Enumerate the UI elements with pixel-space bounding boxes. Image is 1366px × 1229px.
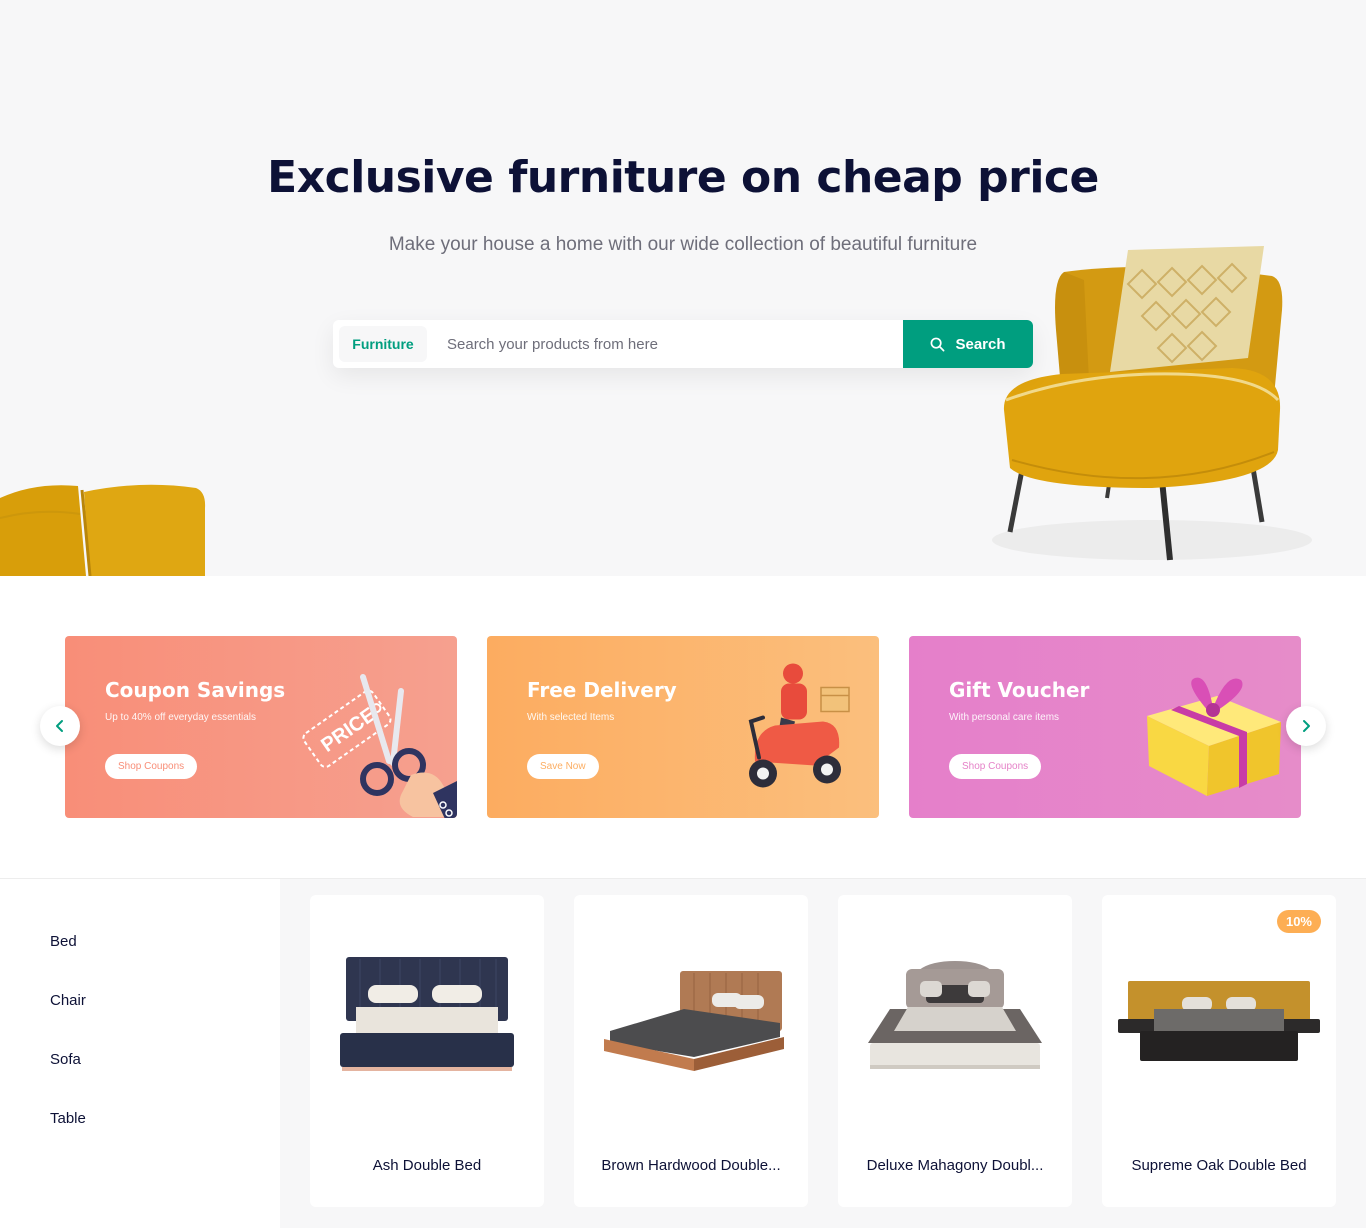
- carousel-next-button[interactable]: [1286, 706, 1326, 746]
- search-button-label: Search: [955, 335, 1006, 353]
- product-name: Brown Hardwood Double...: [601, 1157, 781, 1174]
- product-name: Deluxe Mahagony Doubl...: [866, 1157, 1044, 1174]
- shop-coupons-button[interactable]: Shop Coupons: [949, 754, 1042, 779]
- product-card[interactable]: 10% Supreme Oak Double Bed: [1102, 895, 1336, 1207]
- category-item-bed[interactable]: Bed: [50, 933, 77, 950]
- sofa-image: [0, 484, 206, 576]
- hero-subtitle: Make your house a home with our wide col…: [388, 234, 978, 255]
- offer-card-gift-voucher[interactable]: Gift Voucher With personal care items Sh…: [909, 636, 1301, 818]
- save-now-button[interactable]: Save Now: [527, 754, 599, 779]
- offer-title: Gift Voucher: [949, 678, 1090, 702]
- search-button[interactable]: Search: [903, 320, 1033, 368]
- gift-box-illustration: [1147, 677, 1281, 796]
- product-card[interactable]: Brown Hardwood Double...: [574, 895, 808, 1207]
- shop-coupons-button[interactable]: Shop Coupons: [105, 754, 198, 779]
- offer-title: Coupon Savings: [105, 678, 286, 702]
- product-image: [340, 957, 514, 1071]
- offer-description: Up to 40% off everyday essentials: [105, 712, 257, 723]
- offer-card-free-delivery[interactable]: Free Delivery With selected Items Save N…: [487, 636, 879, 818]
- hero-title: Exclusive furniture on cheap price: [267, 152, 1099, 203]
- delivery-scooter-illustration: [748, 663, 850, 788]
- product-name: Supreme Oak Double Bed: [1131, 1157, 1307, 1174]
- hero-banner: Exclusive furniture on cheap price Make …: [0, 0, 1366, 576]
- chevron-right-icon: [1303, 720, 1310, 732]
- search-bar: Furniture Search: [333, 320, 1033, 368]
- offer-description: With personal care items: [949, 712, 1060, 723]
- product-section: Bed Chair Sofa Table Ash Double Bed Brow…: [0, 878, 1366, 1229]
- carousel-prev-button[interactable]: [40, 706, 80, 746]
- offer-card-coupon[interactable]: Coupon Savings Up to 40% off everyday es…: [65, 636, 457, 818]
- category-item-sofa[interactable]: Sofa: [50, 1051, 81, 1068]
- product-image: [868, 961, 1042, 1069]
- offer-description: With selected Items: [527, 712, 615, 723]
- product-image: [1118, 981, 1320, 1061]
- product-card[interactable]: Ash Double Bed: [310, 895, 544, 1207]
- product-name: Ash Double Bed: [372, 1157, 482, 1174]
- category-item-chair[interactable]: Chair: [50, 992, 86, 1009]
- product-image: [604, 971, 784, 1071]
- search-category-selector[interactable]: Furniture: [339, 326, 427, 362]
- chevron-left-icon: [56, 720, 63, 732]
- scissors-price-tag-illustration: PRICE: [302, 674, 457, 818]
- offers-carousel: Coupon Savings Up to 40% off everyday es…: [0, 576, 1366, 878]
- product-card[interactable]: Deluxe Mahagony Doubl...: [838, 895, 1072, 1207]
- search-icon: [931, 337, 945, 351]
- category-sidebar: Bed Chair Sofa Table: [0, 879, 280, 1229]
- offer-title: Free Delivery: [527, 678, 677, 702]
- search-input[interactable]: [427, 320, 903, 368]
- price-tag-label: PRICE: [317, 704, 380, 757]
- category-item-table[interactable]: Table: [50, 1110, 86, 1127]
- armchair-image: [992, 246, 1312, 561]
- discount-badge: 10%: [1276, 910, 1321, 933]
